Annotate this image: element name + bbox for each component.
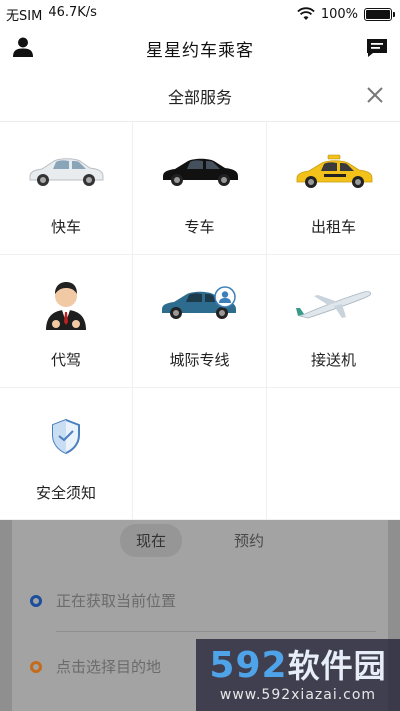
page-title: 星星约车乘客	[146, 40, 254, 61]
service-daijia[interactable]: 代驾	[0, 255, 133, 388]
ride-time-tabs: 现在 预约	[12, 520, 388, 560]
intercity-car-icon	[155, 277, 245, 331]
services-sheet-header: 全部服务	[0, 70, 400, 122]
service-safety[interactable]: 安全须知	[0, 388, 133, 520]
taxi-icon	[289, 144, 379, 198]
black-car-icon	[155, 144, 245, 198]
service-label: 出租车	[310, 218, 356, 236]
nav-bar: 星星约车乘客	[0, 28, 400, 68]
pickup-dot-icon	[30, 594, 42, 607]
watermark-url: www.592xiazai.com	[219, 687, 377, 703]
airplane-icon	[289, 277, 379, 331]
battery-percent: 100%	[320, 6, 358, 22]
destination-row[interactable]: 点击选择目的地	[30, 656, 161, 677]
destination-dot-icon	[30, 660, 42, 673]
watermark-digits: 592	[209, 645, 288, 686]
watermark-logo: 592软件园 www.592xiazai.com	[196, 639, 400, 711]
battery-icon	[364, 7, 395, 21]
service-label: 接送机	[310, 351, 356, 369]
shield-icon	[21, 410, 111, 464]
service-label: 专车	[184, 218, 215, 236]
service-airport[interactable]: 接送机	[267, 255, 400, 388]
empty-cell	[267, 388, 400, 520]
dimmed-overlay[interactable]: 现在 预约 正在获取当前位置 点击选择目的地 592软件园 www.592xia…	[0, 520, 400, 711]
service-label: 快车	[50, 218, 81, 236]
pickup-row[interactable]: 正在获取当前位置	[30, 590, 176, 611]
tab-reserve[interactable]: 预约	[218, 524, 280, 557]
service-label: 安全须知	[35, 484, 96, 502]
empty-cell	[133, 388, 267, 520]
white-car-icon	[21, 144, 111, 198]
service-taxi[interactable]: 出租车	[267, 122, 400, 255]
tab-now[interactable]: 现在	[119, 523, 182, 557]
wifi-icon	[297, 7, 315, 20]
carrier-text: 无SIM	[6, 8, 43, 24]
watermark-text: 软件园	[287, 647, 387, 685]
services-grid: 快车 专车 出租车 代驾 城际专线 接送机 安全须知	[0, 122, 400, 520]
pickup-location: 正在获取当前位置	[56, 592, 177, 610]
service-label: 城际专线	[169, 351, 230, 369]
network-speed: 46.7K/s	[48, 4, 97, 20]
service-label: 代驾	[50, 351, 81, 369]
services-sheet-title: 全部服务	[167, 87, 232, 107]
message-icon[interactable]	[366, 37, 388, 59]
user-icon[interactable]	[12, 36, 34, 58]
service-zhuanche[interactable]: 专车	[133, 122, 267, 255]
service-kuaiche[interactable]: 快车	[0, 122, 133, 255]
close-icon[interactable]	[366, 86, 384, 104]
driver-icon	[21, 277, 111, 331]
service-intercity[interactable]: 城际专线	[133, 255, 267, 388]
status-bar: 无SIM 46.7K/s 100%	[0, 0, 400, 28]
divider	[56, 631, 376, 632]
destination-location: 点击选择目的地	[56, 658, 162, 676]
